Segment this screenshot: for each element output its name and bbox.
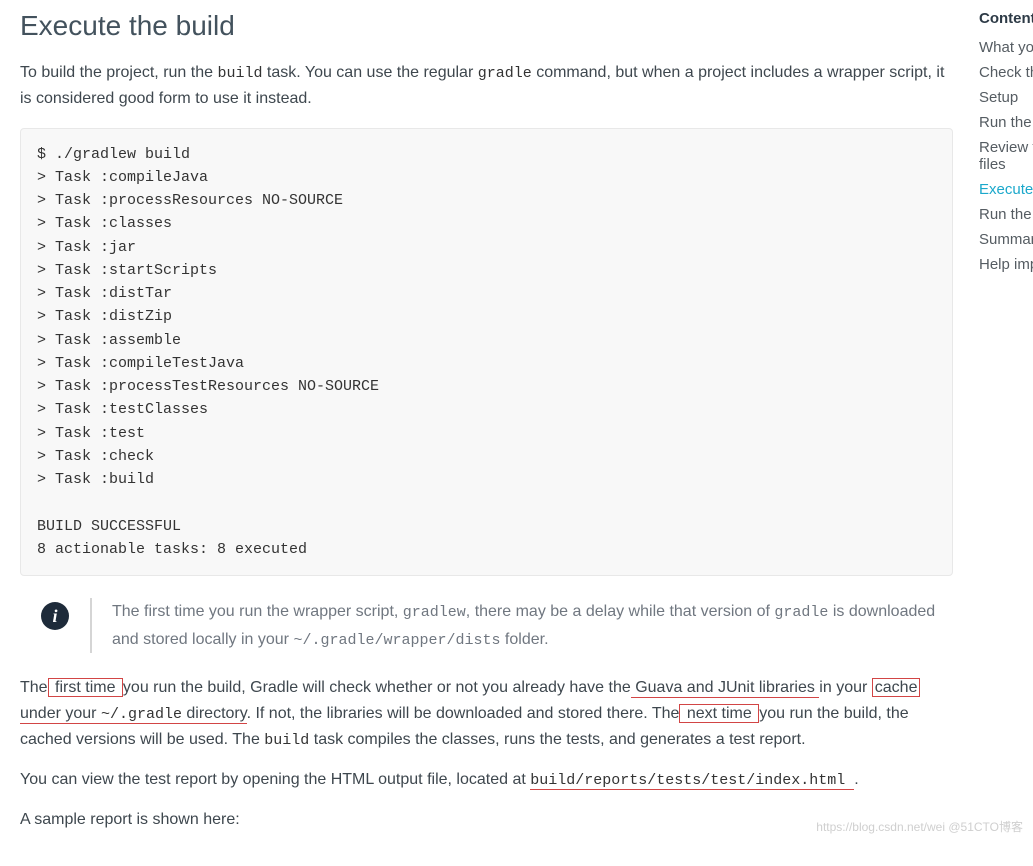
info-callout: i The first time you run the wrapper scr… [20, 598, 953, 653]
highlight-next-time: next time [679, 704, 759, 723]
info-divider [90, 598, 92, 653]
toc-item-label: Review t [979, 139, 1033, 156]
highlight-first-time: first time [48, 678, 123, 697]
watermark: https://blog.csdn.net/wei @51CTO博客 [816, 818, 1023, 835]
toc-item-execute[interactable]: Execute [979, 177, 1033, 202]
info-icon-wrap: i [20, 598, 90, 630]
text: To build the project, run the [20, 64, 217, 81]
toc-item-run-the-2[interactable]: Run the [979, 202, 1033, 227]
code-gradle: gradle [774, 604, 828, 621]
highlight-report-path: build/reports/tests/test/index.html [530, 771, 854, 790]
highlight-guava-junit: Guava and JUnit libraries [631, 679, 820, 698]
highlight-under-your: under your [20, 705, 101, 724]
text: The [20, 679, 48, 696]
text: . If not, the libraries will be download… [247, 705, 680, 722]
highlight-cache: cache [872, 678, 921, 697]
text: The first time you run the wrapper scrip… [112, 603, 403, 620]
code-gradle: gradle [478, 65, 532, 82]
paragraph-report: You can view the test report by opening … [20, 767, 953, 793]
text: folder. [500, 631, 548, 648]
text: task compiles the classes, runs the test… [309, 731, 805, 748]
toc-item-check-the[interactable]: Check th [979, 60, 1033, 85]
toc-title: Content [979, 10, 1033, 27]
text: . [854, 771, 858, 788]
text: , there may be a delay while that versio… [466, 603, 775, 620]
toc-sidebar: Content What yo Check th Setup Run the R… [973, 0, 1033, 866]
text: task. You can use the regular [262, 64, 477, 81]
toc-item-help[interactable]: Help imp [979, 252, 1033, 277]
code-dists-path: ~/.gradle/wrapper/dists [293, 632, 500, 649]
info-icon: i [41, 602, 69, 630]
highlight-directory: directory [182, 705, 247, 724]
intro-paragraph: To build the project, run the build task… [20, 60, 953, 112]
text: You can view the test report by opening … [20, 771, 530, 788]
toc-item-what-you[interactable]: What yo [979, 35, 1033, 60]
page-title: Execute the build [20, 10, 953, 42]
code-build-task: build [264, 732, 309, 749]
code-report-path: build/reports/tests/test/index.html [530, 772, 854, 789]
toc-item-setup[interactable]: Setup [979, 85, 1033, 110]
main-content: Execute the build To build the project, … [0, 0, 973, 866]
paragraph-cache: The first time you run the build, Gradle… [20, 675, 953, 753]
toc-item-summary[interactable]: Summar [979, 227, 1033, 252]
terminal-output: $ ./gradlew build > Task :compileJava > … [20, 128, 953, 577]
toc-item-label-line2: files [979, 156, 1006, 173]
code-build: build [217, 65, 262, 82]
code-gradle-home: ~/.gradle [101, 706, 182, 723]
text: in your [819, 679, 871, 696]
toc-item-review[interactable]: Review t files [979, 135, 1033, 177]
highlight-gradle-dir: ~/.gradle [101, 705, 182, 724]
paragraph-sample: A sample report is shown here: [20, 807, 953, 833]
code-gradlew: gradlew [403, 604, 466, 621]
toc-item-run-the-1[interactable]: Run the [979, 110, 1033, 135]
text: you run the build, Gradle will check whe… [123, 679, 631, 696]
info-text: The first time you run the wrapper scrip… [112, 598, 953, 653]
